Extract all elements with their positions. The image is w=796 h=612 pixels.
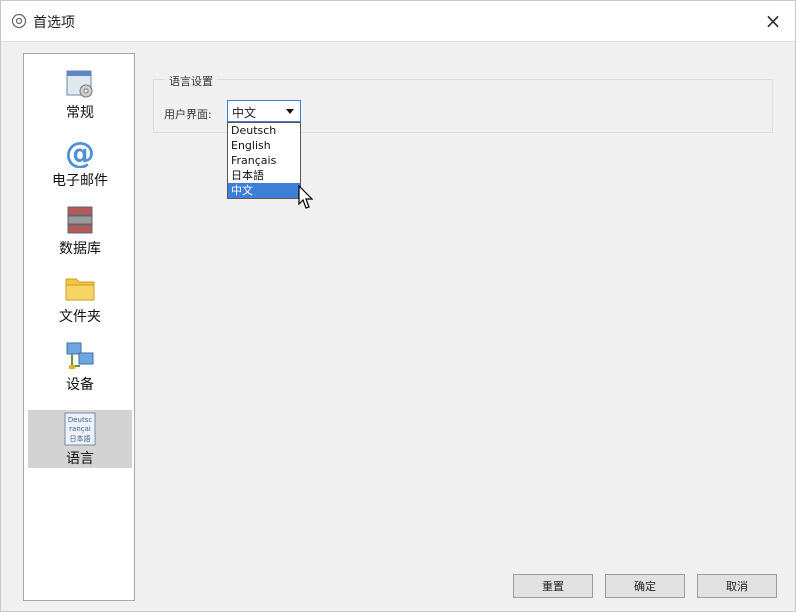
language-dropdown-list: Deutsch English Français 日本語 中文 (227, 122, 301, 199)
sidebar-item-devices[interactable]: 设备 (28, 338, 132, 394)
close-icon: × (764, 9, 782, 33)
devices-network-icon (66, 342, 94, 369)
mouse-cursor-icon (298, 185, 314, 209)
sidebar-item-general[interactable]: 常规 (28, 66, 132, 122)
preferences-window: 首选项 × 常规 @ 电子邮件 数据库 文件夹 设备 Deutsc rançai… (0, 0, 796, 612)
sidebar-item-label: 文件夹 (59, 309, 101, 325)
reset-button[interactable]: 重置 (513, 574, 593, 598)
dropdown-option-francais[interactable]: Français (228, 153, 300, 168)
cancel-button[interactable]: 取消 (697, 574, 777, 598)
svg-text:@: @ (65, 136, 95, 168)
email-at-icon: @ (65, 136, 95, 168)
ui-language-select[interactable]: 中文 (227, 100, 301, 122)
dropdown-option-deutsch[interactable]: Deutsch (228, 123, 300, 138)
sidebar-item-language[interactable]: Deutsc rançai 日本語 语言 (28, 410, 132, 468)
window-title: 首选项 (33, 15, 75, 31)
general-settings-icon (66, 70, 93, 98)
category-sidebar: 常规 @ 电子邮件 数据库 文件夹 设备 Deutsc rançai 日本語 语… (23, 53, 135, 601)
svg-text:Deutsc: Deutsc (68, 416, 93, 424)
sidebar-item-label: 数据库 (59, 241, 101, 257)
group-title: 语言设置 (165, 73, 217, 89)
sidebar-item-label: 语言 (66, 451, 94, 467)
svg-text:日本語: 日本語 (70, 434, 91, 443)
dropdown-option-english[interactable]: English (228, 138, 300, 153)
sidebar-item-database[interactable]: 数据库 (28, 202, 132, 258)
sidebar-item-label: 电子邮件 (52, 173, 108, 189)
sidebar-item-folder[interactable]: 文件夹 (28, 270, 132, 326)
close-button[interactable]: × (759, 7, 787, 35)
database-icon (67, 206, 93, 234)
title-bar[interactable]: 首选项 × (1, 1, 795, 42)
sidebar-item-email[interactable]: @ 电子邮件 (28, 134, 132, 190)
dropdown-option-japanese[interactable]: 日本語 (228, 168, 300, 183)
dropdown-option-chinese[interactable]: 中文 (228, 183, 300, 198)
chevron-down-icon (286, 109, 294, 114)
language-icon: Deutsc rançai 日本語 (64, 412, 96, 446)
ok-button[interactable]: 确定 (605, 574, 685, 598)
sidebar-item-label: 设备 (66, 377, 94, 393)
folder-icon (65, 278, 95, 301)
ui-language-label: 用户界面: (164, 108, 212, 121)
selected-language: 中文 (232, 106, 257, 120)
gear-icon (11, 13, 27, 29)
svg-text:rançai: rançai (69, 425, 91, 433)
sidebar-item-label: 常规 (66, 105, 94, 121)
